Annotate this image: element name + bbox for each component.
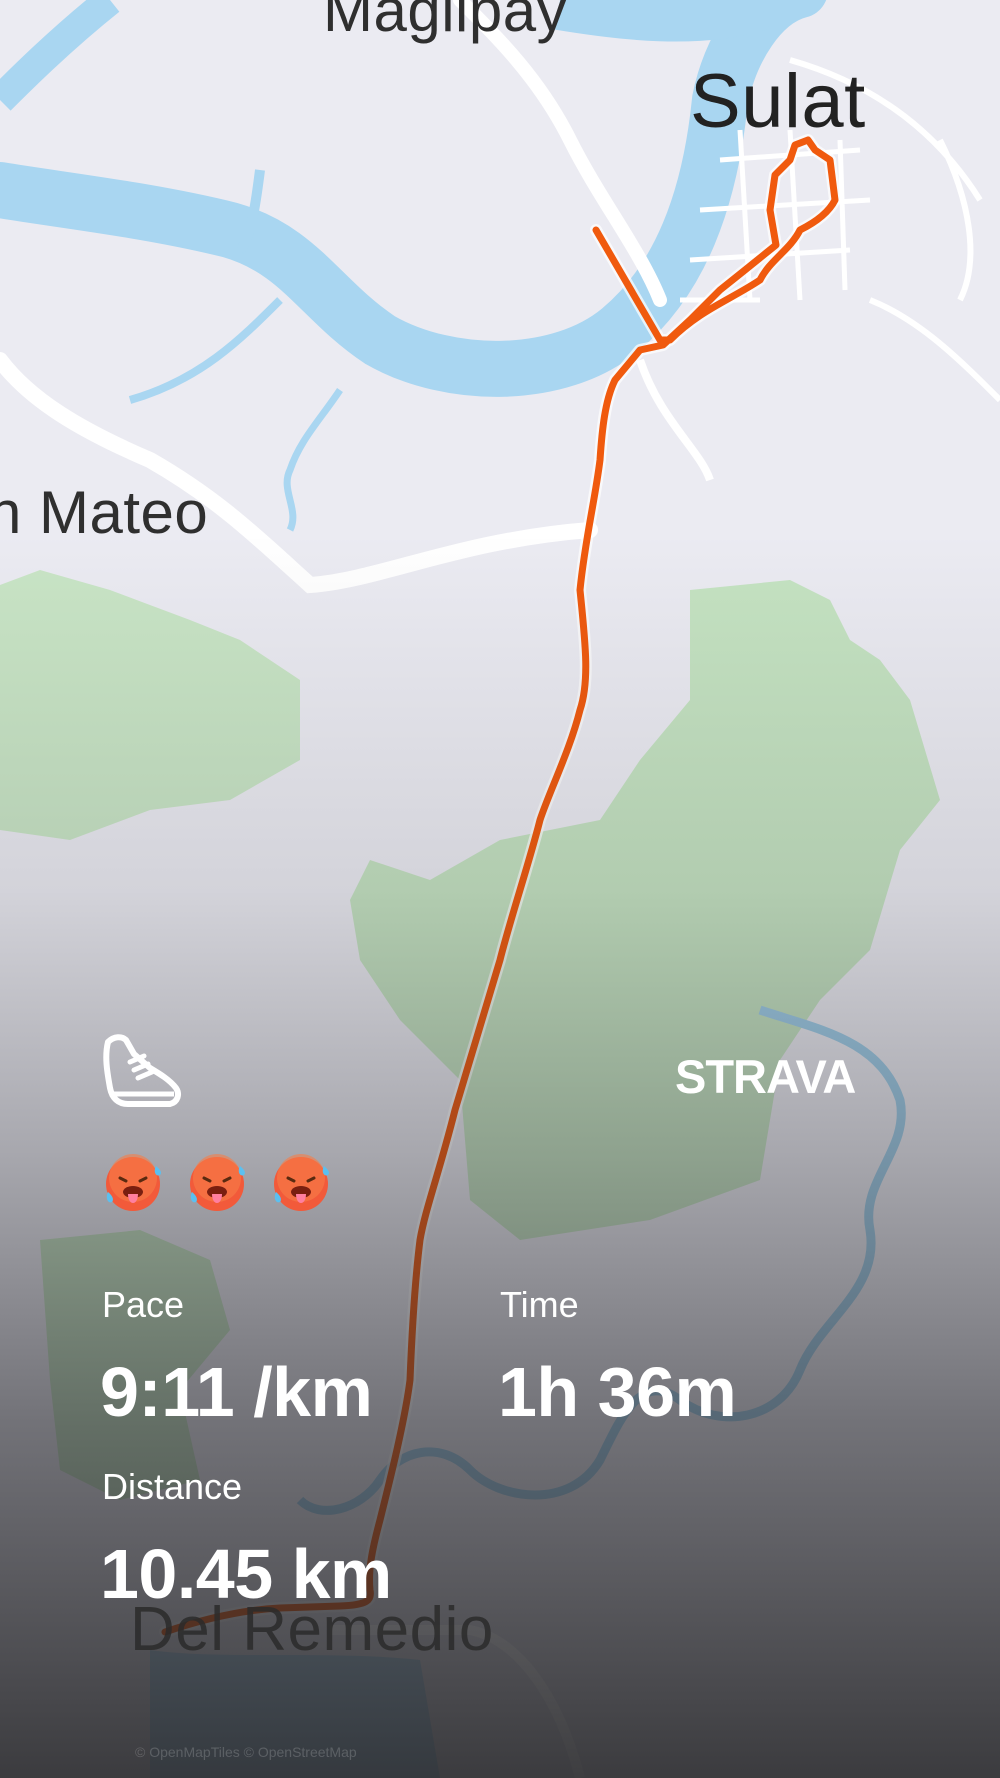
stats-overlay: STRAVA Pace 9:11 /km Time 1h 36m Distanc… bbox=[0, 0, 1000, 1778]
pace-label: Pace bbox=[102, 1284, 185, 1325]
distance-value: 10.45 km bbox=[100, 1535, 392, 1613]
hot-face-icon bbox=[274, 1154, 329, 1211]
time-label: Time bbox=[500, 1284, 579, 1325]
distance-label: Distance bbox=[102, 1466, 243, 1507]
running-shoe-icon bbox=[103, 1034, 181, 1107]
emoji-row bbox=[102, 1152, 332, 1214]
hot-face-icon bbox=[106, 1154, 161, 1211]
svg-text:STRAVA: STRAVA bbox=[675, 1052, 855, 1098]
activity-share-card: Maglipay Sulat n Mateo Del Remedio © Ope… bbox=[0, 0, 1000, 1778]
strava-logo: STRAVA bbox=[675, 1052, 856, 1098]
time-value: 1h 36m bbox=[498, 1353, 737, 1431]
hot-face-icon bbox=[190, 1154, 245, 1211]
pace-value: 9:11 /km bbox=[100, 1353, 373, 1431]
